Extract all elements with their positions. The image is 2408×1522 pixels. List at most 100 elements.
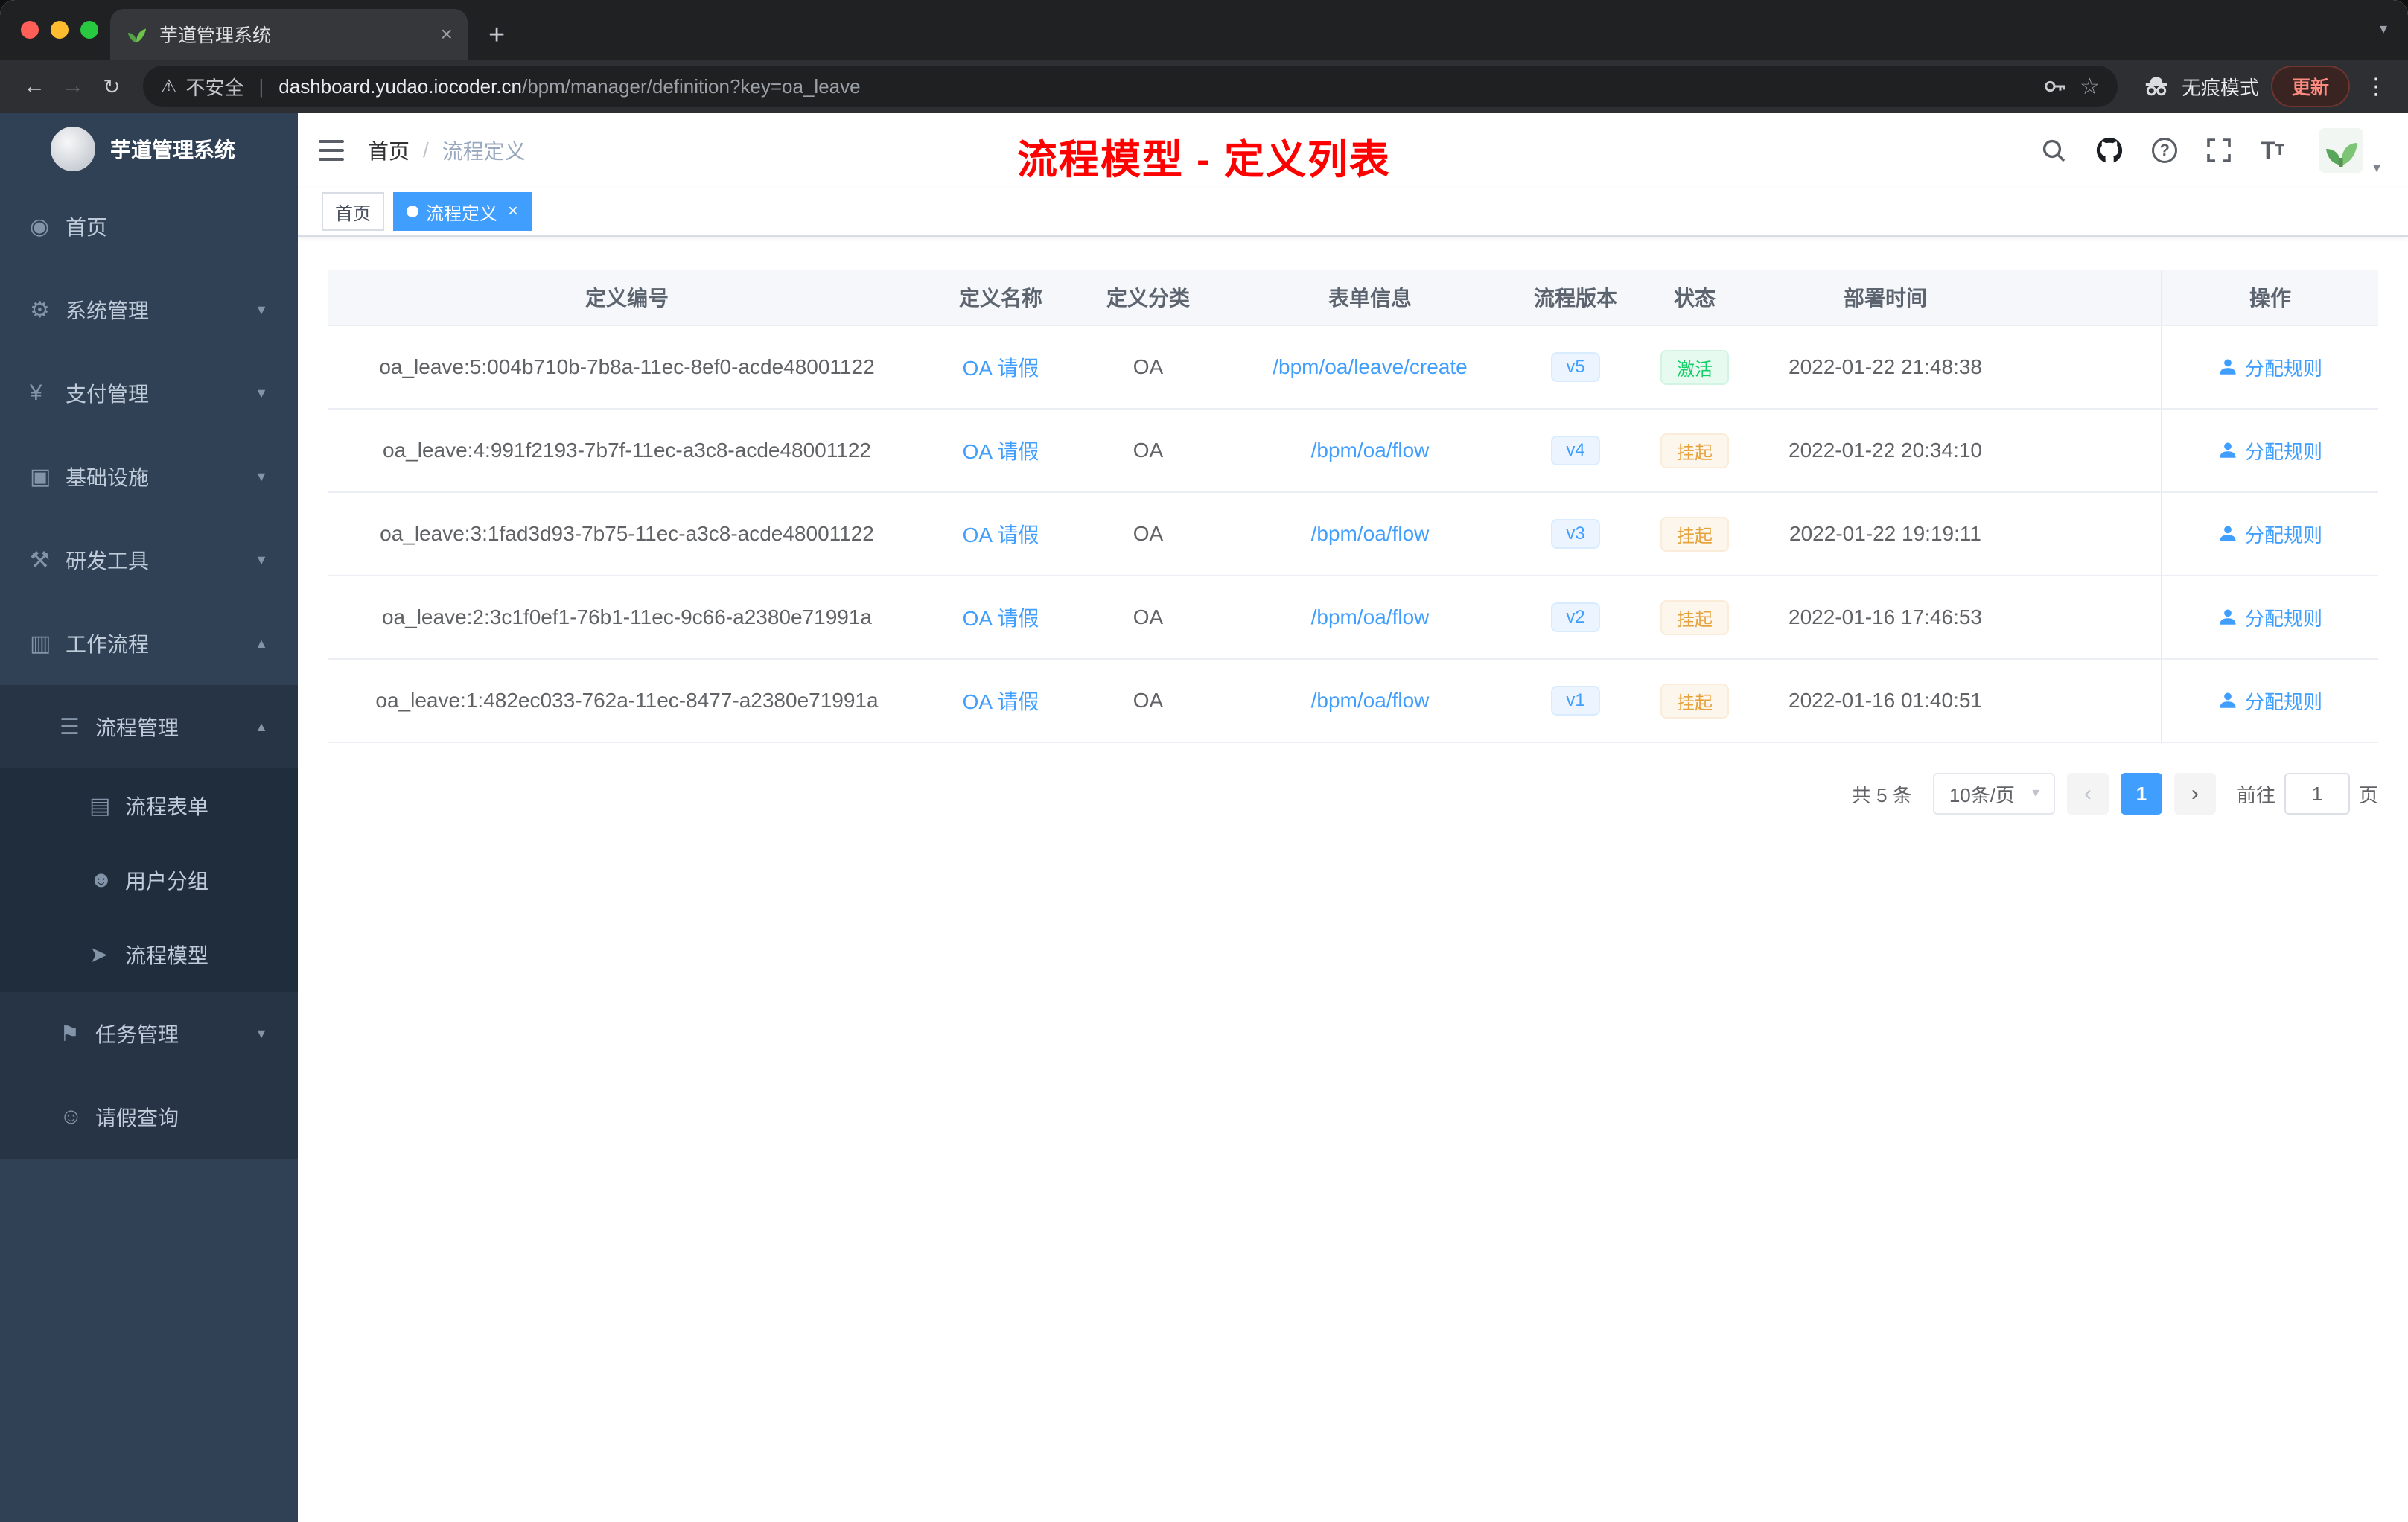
sidebar-toggle-icon[interactable] — [319, 139, 344, 162]
version-badge: v5 — [1519, 352, 1632, 382]
sidebar-item-infrastructure[interactable]: ▣ 基础设施 ▼ — [0, 435, 298, 518]
main-panel: 首页 / 流程定义 ? TT ▼ 首页 流程定义 × 定义编号 定义名称 定义分… — [298, 113, 2408, 1522]
cell-deploy-time: 2022-01-22 21:48:38 — [1789, 355, 1982, 378]
font-size-icon[interactable]: TT — [2261, 138, 2284, 162]
chrome-update-button[interactable]: 更新 — [2270, 66, 2350, 107]
browser-menu-icon[interactable]: ⋮ — [2365, 74, 2387, 100]
chevron-down-icon: ▼ — [255, 1025, 268, 1041]
tools-icon: ⚒ — [30, 547, 50, 573]
sidebar-item-dev-tools[interactable]: ⚒ 研发工具 ▼ — [0, 518, 298, 602]
assign-rule-link[interactable]: 分配规则 — [2161, 660, 2378, 742]
definition-name-link[interactable]: OA 请假 — [926, 686, 1075, 716]
next-page-button[interactable]: › — [2173, 773, 2216, 815]
table-row: oa_leave:1:482ec033-762a-11ec-8477-a2380… — [328, 660, 2378, 743]
minimize-window-button[interactable] — [51, 21, 69, 39]
reload-button[interactable]: ↻ — [92, 74, 131, 99]
bookmark-star-icon[interactable]: ☆ — [2080, 74, 2100, 100]
chevron-down-icon[interactable]: ▼ — [2371, 162, 2383, 176]
cell-category: OA — [1133, 355, 1164, 378]
sidebar-item-label: 任务管理 — [95, 1023, 179, 1046]
form-link[interactable]: /bpm/oa/flow — [1221, 522, 1519, 546]
cell-deploy-time: 2022-01-16 01:40:51 — [1789, 689, 1982, 712]
page-size-value: 10条/页 — [1949, 783, 2015, 806]
sidebar-item-label: 流程模型 — [125, 944, 209, 967]
security-warning[interactable]: ⚠ 不安全 — [161, 73, 244, 101]
assign-rule-link[interactable]: 分配规则 — [2161, 410, 2378, 491]
sidebar-item-label: 流程管理 — [95, 716, 179, 739]
close-window-button[interactable] — [21, 21, 39, 39]
sidebar-item-process-model[interactable]: ➤ 流程模型 — [0, 917, 298, 992]
warning-icon: ⚠ — [161, 76, 177, 97]
user-avatar[interactable]: ▼ — [2319, 128, 2383, 175]
tab-close-icon[interactable]: × — [441, 22, 453, 46]
breadcrumb-home[interactable]: 首页 — [368, 136, 410, 165]
chevron-down-icon: ▼ — [255, 385, 268, 401]
sidebar-item-leave-query[interactable]: ☺ 请假查询 — [0, 1075, 298, 1159]
sidebar-item-home[interactable]: ◉ 首页 — [0, 185, 298, 268]
github-icon[interactable] — [2095, 136, 2124, 165]
sidebar-item-process-form[interactable]: ▤ 流程表单 — [0, 768, 298, 843]
column-header: 定义分类 — [1106, 287, 1190, 310]
sidebar-item-label: 用户分组 — [125, 870, 209, 893]
sidebar-item-label: 请假查询 — [95, 1107, 179, 1130]
help-icon[interactable]: ? — [2152, 138, 2178, 163]
sidebar-item-label: 基础设施 — [66, 466, 150, 489]
definition-name-link[interactable]: OA 请假 — [926, 436, 1075, 465]
prev-page-button[interactable]: ‹ — [2066, 773, 2109, 815]
main-content: 定义编号 定义名称 定义分类 表单信息 流程版本 状态 部署时间 操作 oa_leave:5:… — [298, 237, 2408, 1522]
table-row: oa_leave:5:004b710b-7b8a-11ec-8ef0-acde4… — [328, 326, 2378, 410]
paper-plane-icon: ➤ — [89, 942, 109, 967]
app-logo[interactable]: 芋道管理系统 — [0, 113, 298, 185]
user-icon — [2220, 442, 2236, 458]
column-header: 定义名称 — [958, 287, 1042, 310]
goto-suffix: 页 — [2358, 783, 2378, 806]
sidebar-item-user-group[interactable]: ☻ 用户分组 — [0, 843, 298, 917]
address-bar[interactable]: ⚠ 不安全 | dashboard.yudao.iocoder.cn/bpm/m… — [143, 66, 2118, 107]
list-icon: ☰ — [60, 714, 80, 739]
fullscreen-icon[interactable] — [2205, 137, 2232, 164]
search-icon[interactable] — [2040, 137, 2067, 164]
user-icon — [2220, 609, 2236, 625]
table-row: oa_leave:2:3c1f0ef1-76b1-11ec-9c66-a2380… — [328, 576, 2378, 660]
forward-button[interactable]: → — [54, 74, 92, 99]
sidebar-item-system-management[interactable]: ⚙ 系统管理 ▼ — [0, 268, 298, 351]
table-row: oa_leave:3:1fad3d93-7b75-11ec-a3c8-acde4… — [328, 493, 2378, 576]
sidebar-item-task-management[interactable]: ⚑ 任务管理 ▼ — [0, 992, 298, 1075]
sidebar-item-payment-management[interactable]: ¥ 支付管理 ▼ — [0, 351, 298, 435]
assign-rule-link[interactable]: 分配规则 — [2161, 576, 2378, 658]
tag-label: 首页 — [335, 203, 371, 224]
close-icon[interactable]: × — [508, 201, 518, 222]
version-badge: v2 — [1519, 602, 1632, 632]
incognito-icon — [2145, 77, 2167, 96]
assign-rule-link[interactable]: 分配规则 — [2161, 326, 2378, 408]
definition-name-link[interactable]: OA 请假 — [926, 602, 1075, 632]
new-tab-button[interactable]: + — [488, 21, 505, 49]
back-button[interactable]: ← — [15, 74, 54, 99]
form-link[interactable]: /bpm/oa/flow — [1221, 439, 1519, 462]
page-number-current[interactable]: 1 — [2120, 773, 2162, 815]
sidebar-item-workflow[interactable]: ▥ 工作流程 ▲ — [0, 602, 298, 685]
goto-label: 前往 — [2236, 783, 2275, 806]
page-size-select[interactable]: 10条/页 ▼ — [1932, 773, 2055, 815]
site-favicon — [125, 23, 147, 45]
browser-tab[interactable]: 芋道管理系统 × — [110, 9, 468, 60]
form-link[interactable]: /bpm/oa/flow — [1221, 605, 1519, 629]
form-link[interactable]: /bpm/oa/flow — [1221, 689, 1519, 713]
briefcase-icon: ▥ — [30, 631, 51, 656]
definition-name-link[interactable]: OA 请假 — [926, 519, 1075, 549]
password-key-icon[interactable] — [2042, 74, 2068, 99]
form-link[interactable]: /bpm/oa/leave/create — [1221, 355, 1519, 379]
assign-rule-link[interactable]: 分配规则 — [2161, 493, 2378, 575]
tag-item[interactable]: 首页 — [322, 192, 384, 231]
definition-name-link[interactable]: OA 请假 — [926, 352, 1075, 382]
column-header: 部署时间 — [1843, 287, 1927, 310]
user-icon — [2220, 359, 2236, 375]
tab-search-chevron-icon[interactable]: ▾ — [2380, 19, 2387, 38]
sidebar-item-label: 支付管理 — [66, 383, 150, 406]
goto-page-input[interactable] — [2284, 773, 2350, 815]
maximize-window-button[interactable] — [80, 21, 98, 39]
status-badge: 挂起 — [1632, 683, 1757, 719]
sidebar-item-process-management[interactable]: ☰ 流程管理 ▲ — [0, 685, 298, 768]
tag-active[interactable]: 流程定义 × — [393, 192, 532, 231]
cell-definition-id: oa_leave:5:004b710b-7b8a-11ec-8ef0-acde4… — [379, 355, 875, 378]
